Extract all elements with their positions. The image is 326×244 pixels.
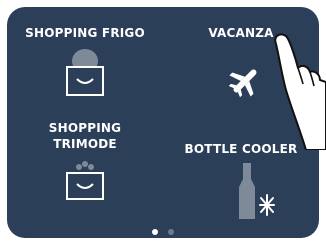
shopping-frigo-icon xyxy=(63,49,107,102)
pointing-hand-icon xyxy=(270,30,326,155)
page-dot-active[interactable] xyxy=(152,229,158,235)
tile-shopping-trimode[interactable]: SHOPPING TRIMODE xyxy=(7,119,163,223)
shopping-trimode-icon xyxy=(63,159,107,208)
tile-shopping-frigo[interactable]: SHOPPING FRIGO xyxy=(7,17,163,121)
tile-label-shopping-trimode: SHOPPING TRIMODE xyxy=(48,121,122,151)
bottle-snowflake-icon xyxy=(236,161,276,226)
airplane-icon xyxy=(226,62,264,105)
tile-label-shopping-frigo: SHOPPING FRIGO xyxy=(25,26,145,40)
page-indicator xyxy=(7,229,319,235)
page-dot-inactive[interactable] xyxy=(168,229,174,235)
